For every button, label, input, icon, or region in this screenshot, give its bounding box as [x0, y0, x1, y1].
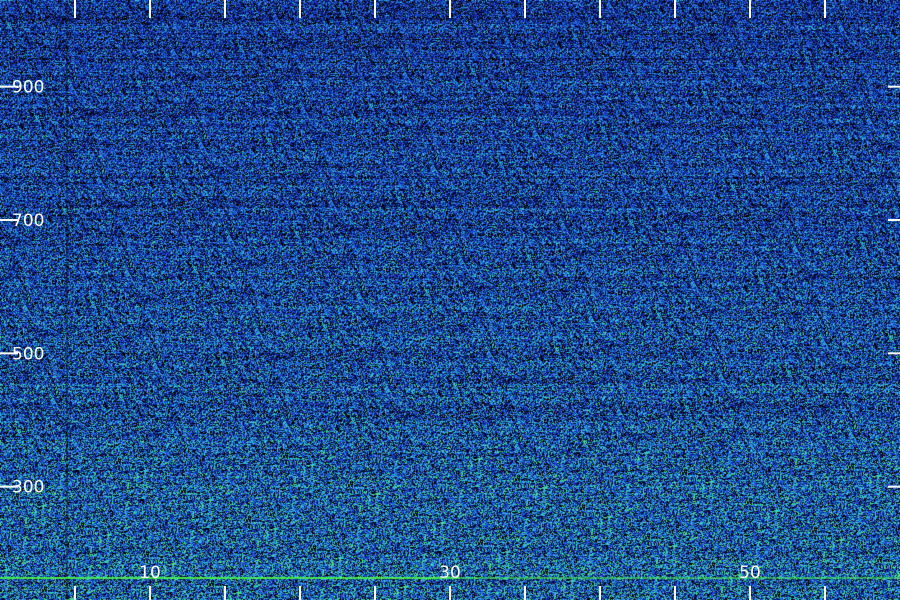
axis-overlay: 10 30 50 300 500 700 900 [0, 0, 900, 600]
spectrogram-chart: 10 30 50 300 500 700 900 [0, 0, 900, 600]
y-tick-label: 300 [12, 478, 44, 498]
y-tick-label: 900 [12, 78, 44, 98]
y-tick-label: 500 [12, 344, 44, 364]
x-tick-label: 30 [439, 563, 461, 583]
y-tick-label: 700 [12, 211, 44, 231]
x-tick-label: 10 [139, 563, 161, 583]
x-tick-label: 50 [739, 563, 761, 583]
